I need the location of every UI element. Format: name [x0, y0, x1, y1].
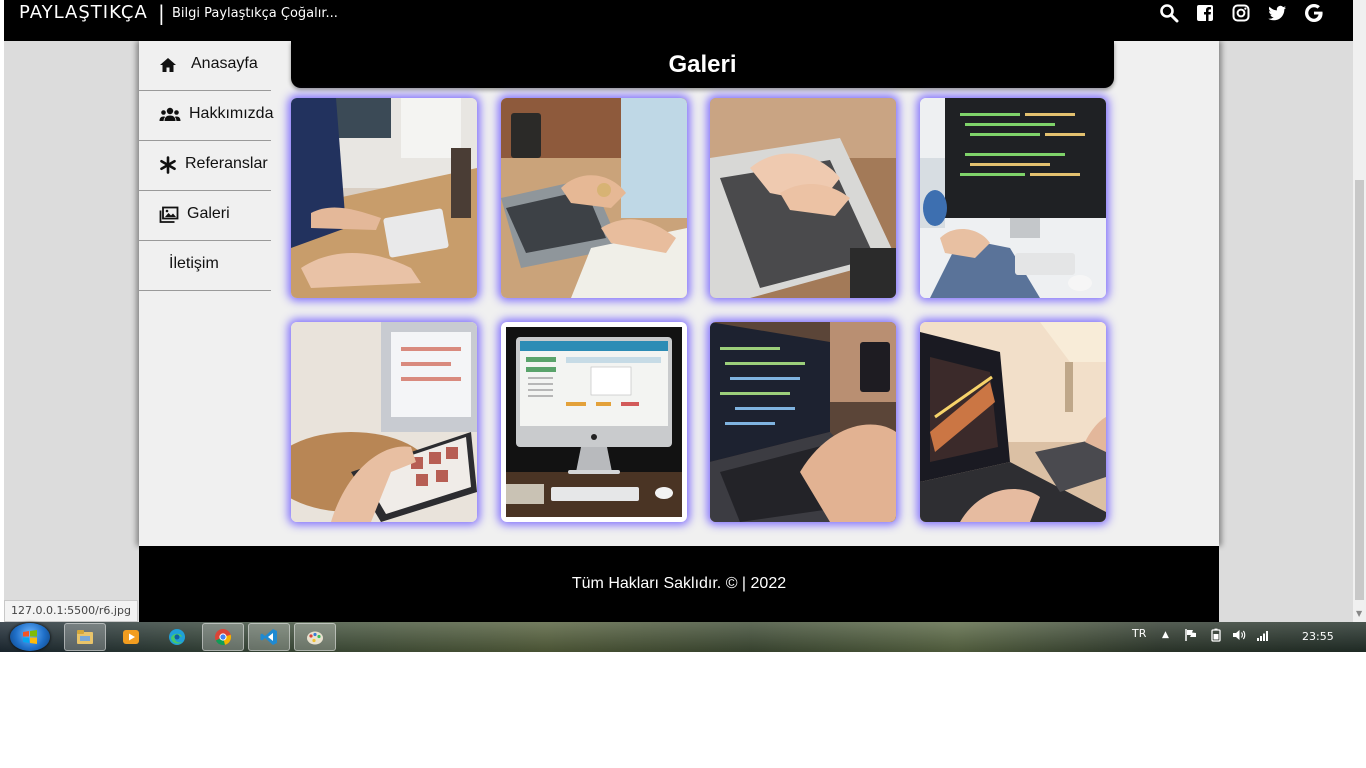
twitter-icon[interactable] — [1266, 2, 1288, 24]
asterisk-icon — [159, 156, 177, 174]
brand-separator: | — [158, 1, 165, 25]
page-title: Galeri — [668, 50, 737, 78]
sidebar-item-gallery[interactable]: Galeri — [139, 191, 271, 241]
sidebar-item-home[interactable]: Anasayfa — [139, 41, 271, 91]
scroll-down-arrow[interactable]: ▼ — [1356, 610, 1362, 618]
edge-icon[interactable] — [156, 623, 198, 651]
gallery-image-laptop-typing[interactable] — [710, 98, 896, 298]
chrome-icon[interactable] — [202, 623, 244, 651]
sidebar-item-label: İletişim — [169, 255, 219, 272]
instagram-icon[interactable] — [1230, 2, 1252, 24]
network-signal-icon[interactable] — [1256, 628, 1270, 645]
show-hidden-icons-icon[interactable]: ▲ — [1162, 630, 1169, 640]
volume-icon[interactable] — [1232, 628, 1246, 645]
gallery-image-laptop-watch-desk[interactable] — [501, 98, 687, 298]
gallery-image-imac-dashboard[interactable] — [501, 322, 687, 522]
sidebar-item-label: Galeri — [187, 205, 230, 222]
gallery-image-tablet-browsing[interactable] — [291, 322, 477, 522]
gallery-image-laptop-lamp[interactable] — [920, 322, 1106, 522]
sidebar-item-label: Anasayfa — [191, 55, 258, 72]
page-container: Anasayfa Hakkımızda Referanslar Galeri İ… — [139, 41, 1219, 546]
status-bar-url: 127.0.0.1:5500/r6.jpg — [4, 600, 138, 622]
sidebar-item-label: Hakkımızda — [189, 105, 274, 122]
gallery-image-frame — [506, 327, 682, 517]
explorer-icon[interactable] — [64, 623, 106, 651]
top-navbar: PAYLAŞTIKÇA | Bilgi Paylaştıkça Çoğalır.… — [4, 0, 1353, 41]
vscode-icon[interactable] — [248, 623, 290, 651]
battery-icon[interactable] — [1209, 628, 1223, 645]
sidebar-nav: Anasayfa Hakkımızda Referanslar Galeri İ… — [139, 41, 274, 291]
windows-taskbar: TR ▲ 23:55 — [0, 622, 1366, 652]
gallery-image-laptop-code-dark[interactable] — [710, 322, 896, 522]
paint-icon[interactable] — [294, 623, 336, 651]
home-icon — [159, 56, 177, 74]
sidebar-item-about[interactable]: Hakkımızda — [139, 91, 274, 141]
action-center-flag-icon[interactable] — [1184, 628, 1198, 645]
footer-copyright: Tüm Hakları Saklıdır. © | 2022 — [571, 575, 787, 592]
gallery-header: Galeri — [291, 41, 1114, 88]
site-tagline: Bilgi Paylaştıkça Çoğalır... — [172, 6, 338, 21]
site-brand[interactable]: PAYLAŞTIKÇA — [19, 2, 148, 23]
images-icon — [159, 206, 179, 224]
screen: ▼ PAYLAŞTIKÇA | Bilgi Paylaştıkça Çoğalı… — [0, 0, 1366, 652]
scrollbar-thumb[interactable] — [1355, 180, 1364, 600]
gallery-image-imac-code[interactable] — [920, 98, 1106, 298]
search-icon[interactable] — [1158, 2, 1180, 24]
language-indicator[interactable]: TR — [1132, 627, 1146, 640]
start-button[interactable] — [10, 623, 50, 651]
page-scrollbar[interactable]: ▼ — [1353, 0, 1366, 622]
users-icon — [159, 106, 181, 124]
sidebar-item-references[interactable]: Referanslar — [139, 141, 271, 191]
media-player-icon[interactable] — [110, 623, 152, 651]
gallery-image-office-keyboards[interactable] — [291, 98, 477, 298]
windows-logo-icon — [23, 630, 37, 644]
sidebar-item-contact[interactable]: İletişim — [139, 241, 271, 291]
sidebar-item-label: Referanslar — [185, 155, 268, 172]
facebook-icon[interactable] — [1194, 2, 1216, 24]
taskbar-clock[interactable]: 23:55 — [1302, 630, 1334, 643]
google-icon[interactable] — [1303, 2, 1325, 24]
page-footer: Tüm Hakları Saklıdır. © | 2022 — [139, 546, 1219, 622]
